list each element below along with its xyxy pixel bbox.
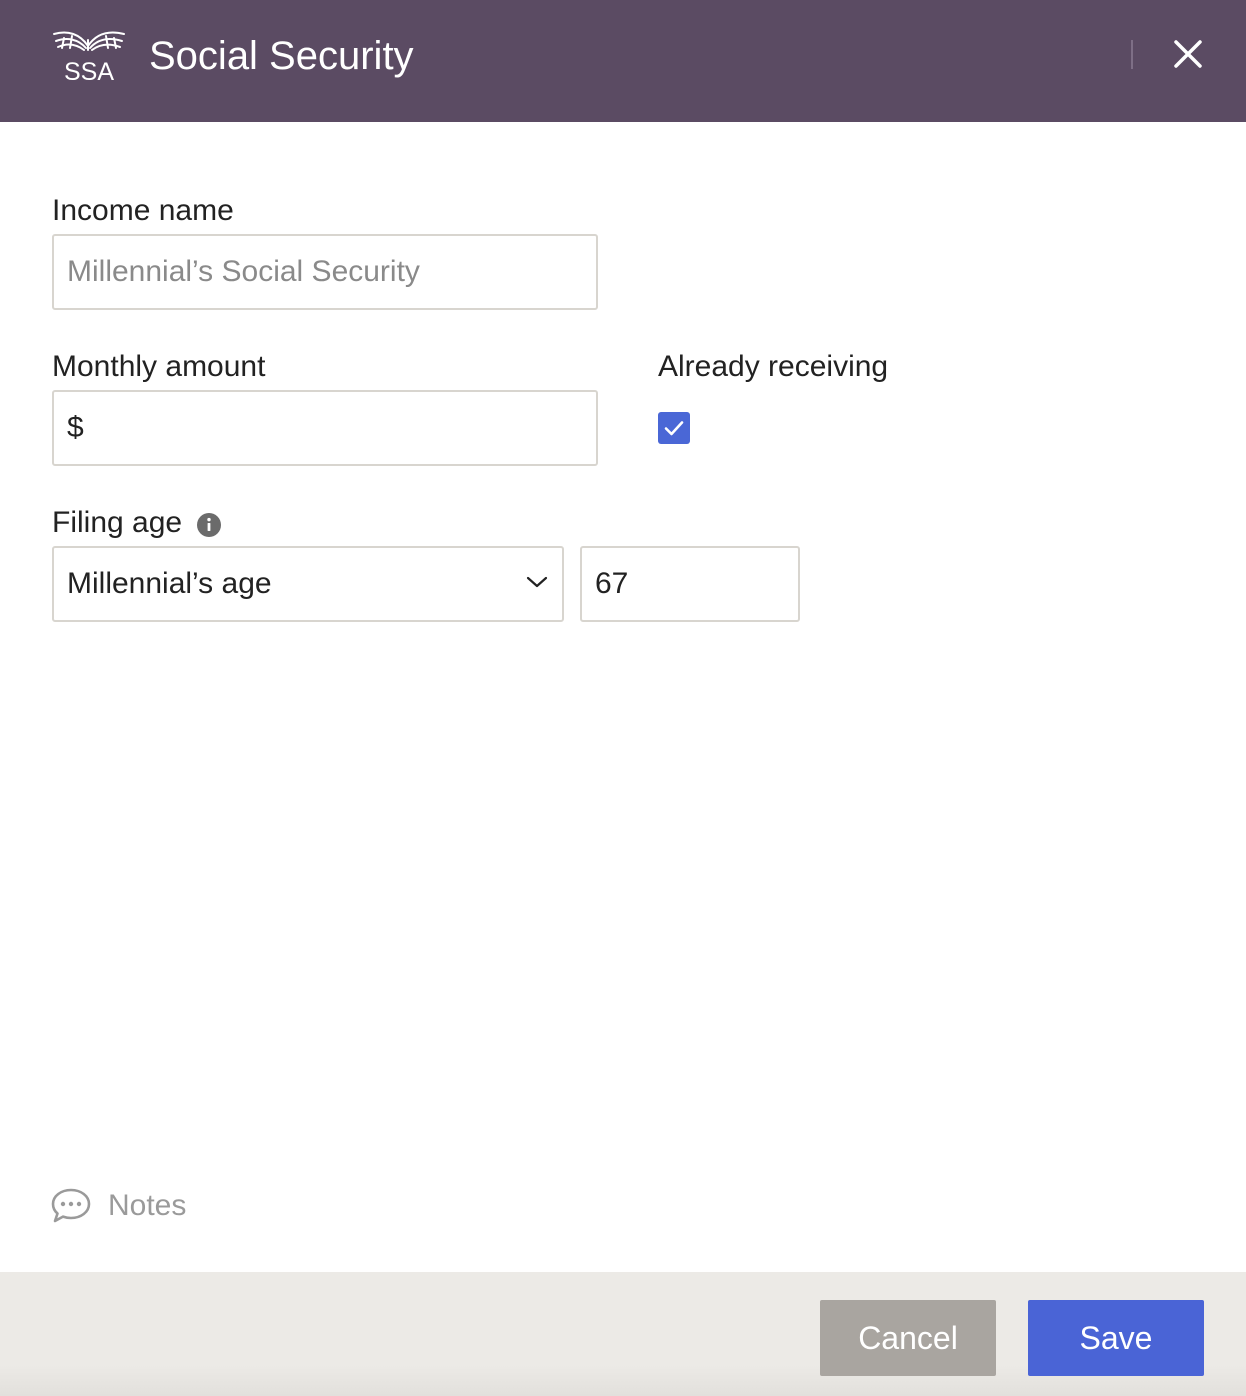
close-button[interactable]: [1166, 32, 1210, 76]
save-button[interactable]: Save: [1028, 1300, 1204, 1376]
income-name-field[interactable]: [52, 234, 598, 310]
chevron-down-icon: [526, 575, 548, 589]
filing-age-label: Filing age: [52, 506, 183, 539]
notes-toggle[interactable]: Notes: [50, 1184, 186, 1228]
dialog-header: SSA Social Security: [0, 0, 1246, 122]
filing-age-select-value: Millennial’s age: [67, 567, 272, 600]
close-icon[interactable]: [1166, 32, 1210, 76]
checkmark-icon: [664, 421, 684, 436]
speech-bubble-icon: [50, 1187, 92, 1225]
income-name-label: Income name: [52, 194, 234, 227]
dialog-footer: Cancel Save: [0, 1272, 1246, 1396]
info-icon[interactable]: [197, 513, 221, 537]
filing-age-select[interactable]: Millennial’s age: [52, 546, 564, 622]
ssa-logo-text: SSA: [64, 58, 114, 84]
filing-age-value[interactable]: 67: [595, 567, 628, 601]
currency-prefix: $: [67, 411, 84, 444]
filing-age-value-field[interactable]: 67: [580, 546, 800, 622]
income-name-input[interactable]: [67, 236, 596, 308]
social-security-dialog: SSA Social Security Income name Monthly …: [0, 0, 1246, 1396]
notes-label[interactable]: Notes: [108, 1189, 186, 1223]
dialog-title: Social Security: [149, 34, 414, 78]
already-receiving-label: Already receiving: [658, 350, 889, 383]
info-icon[interactable]: [197, 513, 221, 537]
cancel-button[interactable]: Cancel: [820, 1300, 996, 1376]
already-receiving-checkbox[interactable]: [658, 412, 690, 444]
monthly-amount-field[interactable]: $: [52, 390, 598, 466]
monthly-amount-input[interactable]: [87, 392, 596, 464]
header-divider: [1131, 40, 1133, 69]
eagle-icon: SSA: [53, 31, 125, 84]
monthly-amount-label: Monthly amount: [52, 350, 266, 383]
ssa-logo: SSA: [50, 26, 128, 84]
